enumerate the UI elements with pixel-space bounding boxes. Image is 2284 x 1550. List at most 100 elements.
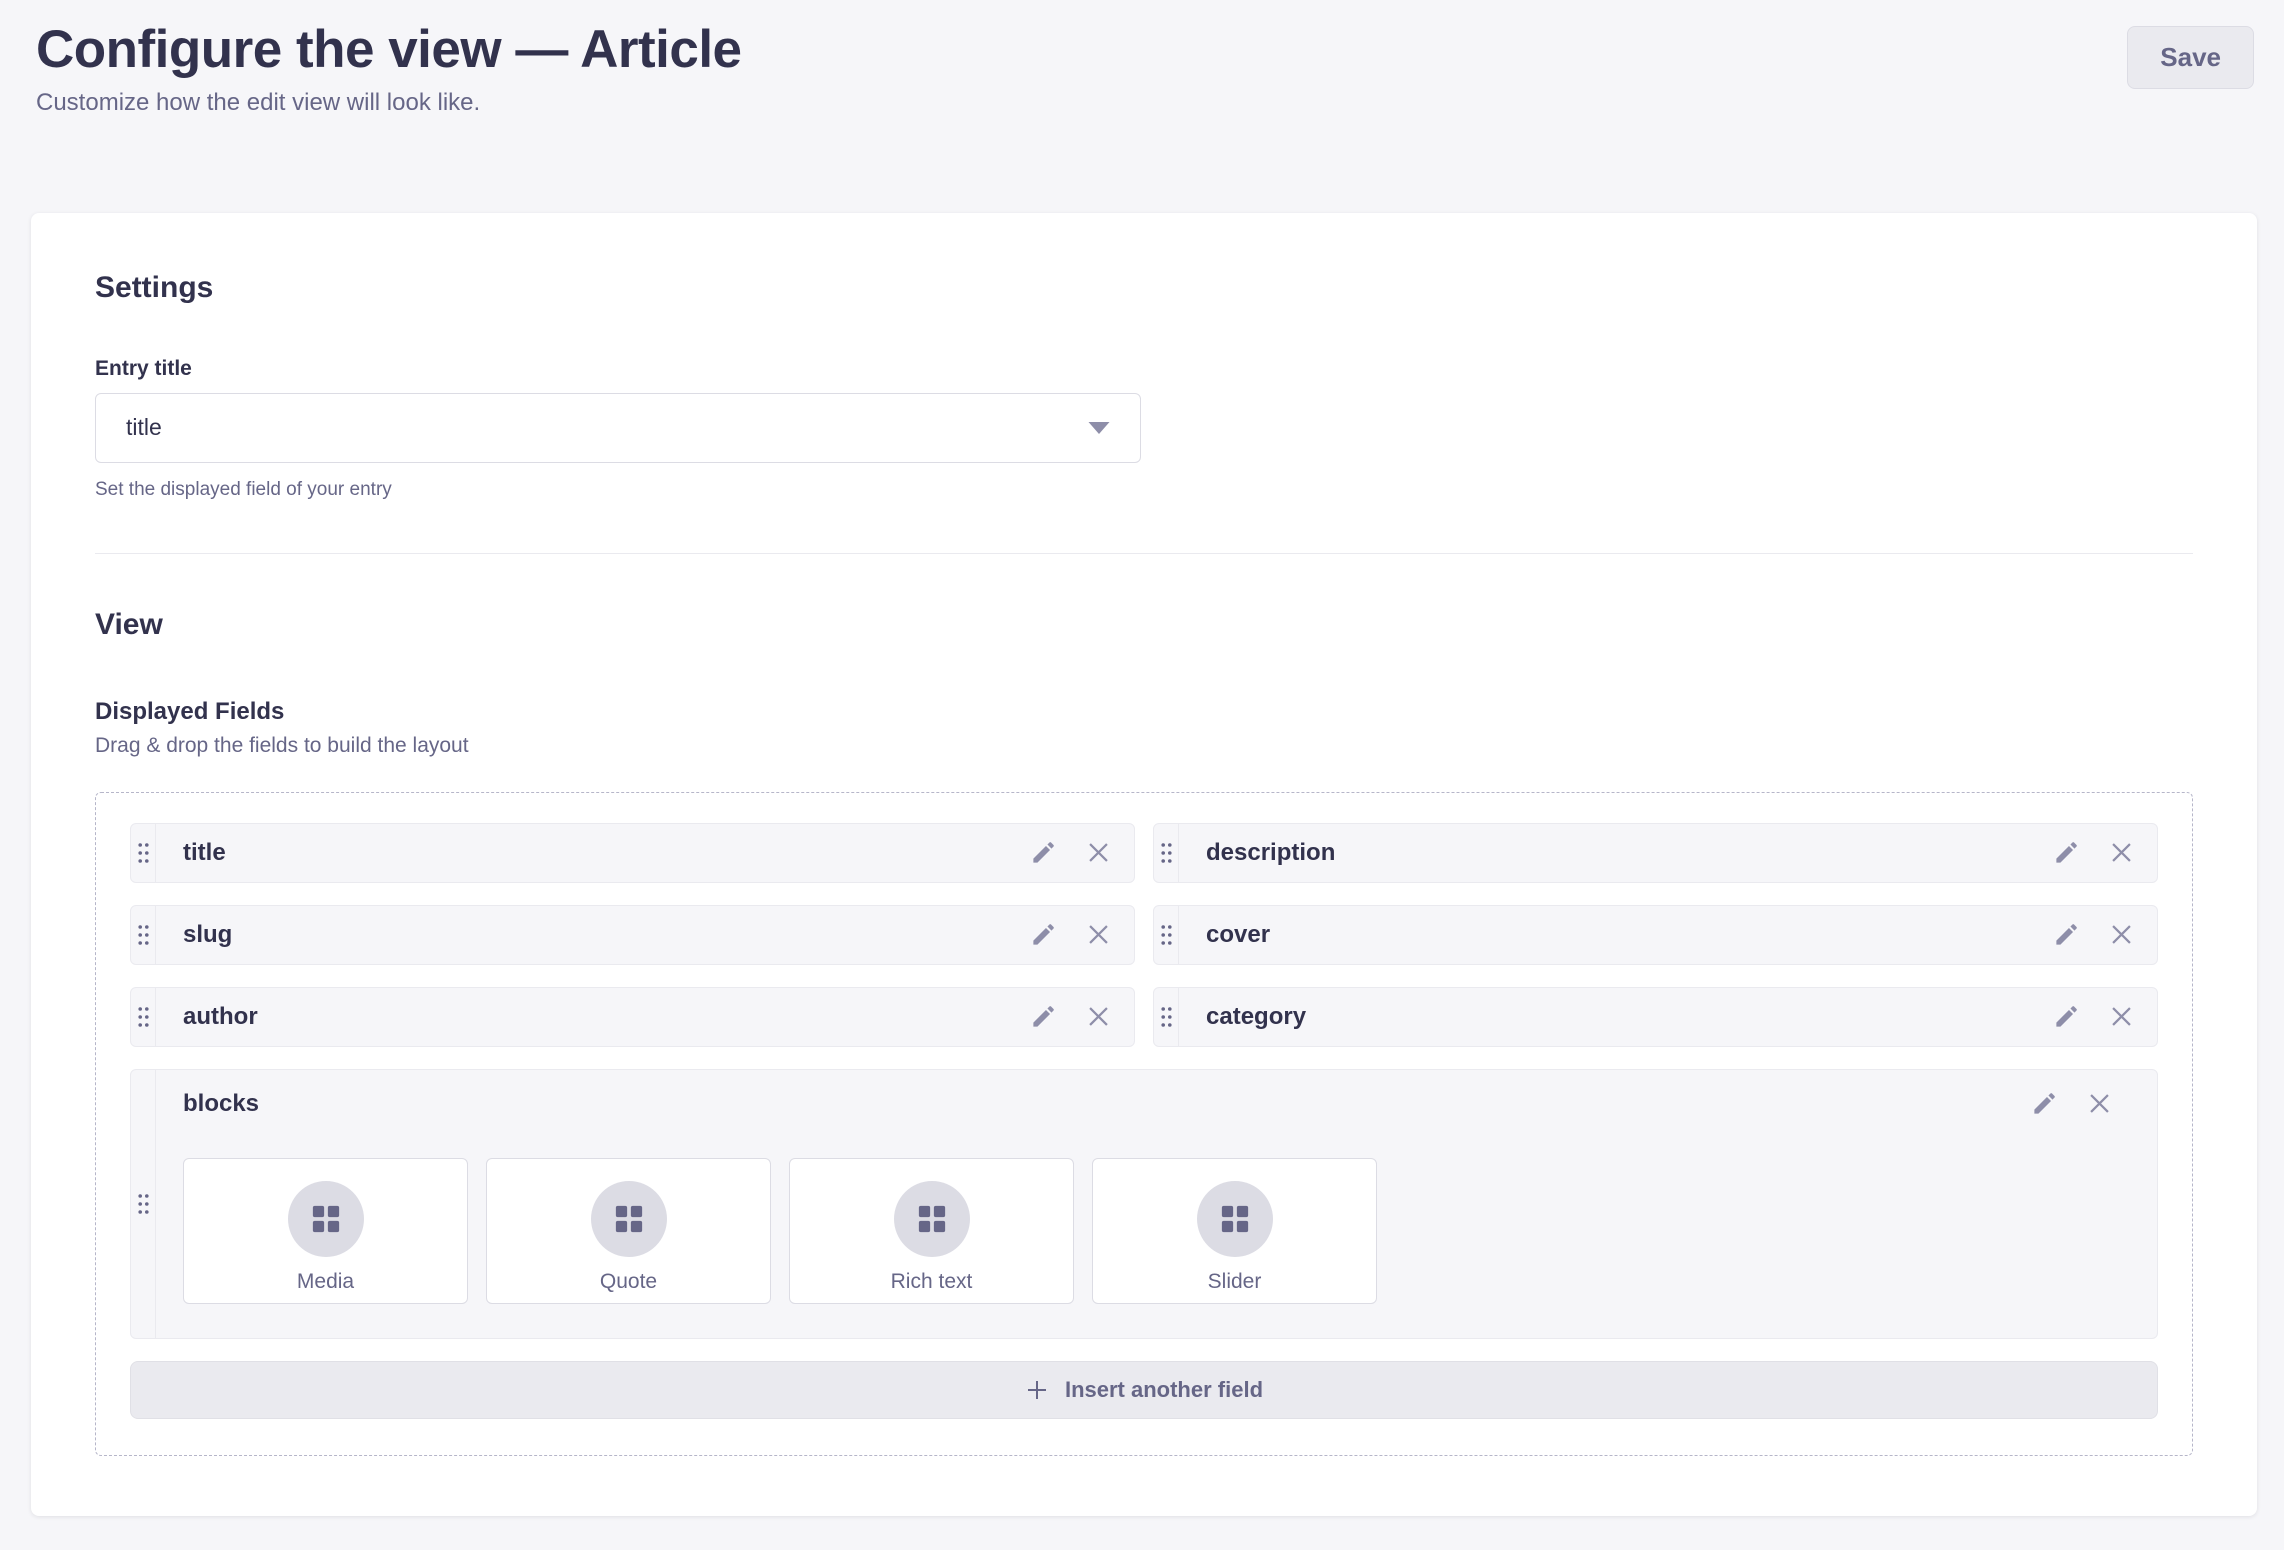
edit-field-button[interactable]	[2053, 921, 2080, 948]
component-grid-icon	[1220, 1204, 1250, 1234]
edit-field-button[interactable]	[1030, 1003, 1057, 1030]
close-icon	[2108, 1003, 2135, 1030]
drag-handle-icon	[1160, 842, 1173, 864]
drag-handle[interactable]	[131, 988, 156, 1046]
edit-field-button[interactable]	[2053, 1003, 2080, 1030]
remove-field-button[interactable]	[2108, 921, 2135, 948]
entry-title-label: Entry title	[95, 357, 2193, 381]
field-actions	[1030, 988, 1134, 1046]
component-grid-icon	[917, 1204, 947, 1234]
plus-icon	[1025, 1378, 1049, 1402]
pencil-icon	[2053, 839, 2080, 866]
insert-another-field-label: Insert another field	[1065, 1377, 1263, 1403]
component-icon-circle	[288, 1181, 364, 1257]
field-name: cover	[1179, 921, 1270, 949]
field-name: slug	[156, 921, 232, 949]
drag-handle[interactable]	[1154, 988, 1179, 1046]
component-label: Media	[297, 1270, 354, 1294]
remove-field-button[interactable]	[1085, 1003, 1112, 1030]
remove-field-button[interactable]	[2108, 839, 2135, 866]
component-icon-circle	[591, 1181, 667, 1257]
page-title: Configure the view — Article	[36, 20, 742, 81]
pencil-icon	[1030, 921, 1057, 948]
drag-handle[interactable]	[131, 824, 156, 882]
blocks-body: blocks Media	[156, 1070, 2157, 1338]
settings-heading: Settings	[95, 271, 2193, 305]
drag-handle[interactable]	[1154, 824, 1179, 882]
pencil-icon	[2053, 921, 2080, 948]
component-card-rich-text: Rich text	[789, 1158, 1074, 1304]
pencil-icon	[1030, 1003, 1057, 1030]
section-divider	[95, 553, 2193, 554]
field-row-category: category	[1153, 987, 2158, 1047]
component-icon-circle	[1197, 1181, 1273, 1257]
field-name: category	[1179, 1003, 1306, 1031]
drag-handle[interactable]	[131, 1070, 156, 1338]
field-row-author: author	[130, 987, 1135, 1047]
component-card-slider: Slider	[1092, 1158, 1377, 1304]
drag-handle-icon	[1160, 1006, 1173, 1028]
field-row-cover: cover	[1153, 905, 2158, 965]
component-label: Rich text	[891, 1270, 973, 1294]
page-header-text: Configure the view — Article Customize h…	[36, 20, 742, 117]
field-actions	[1030, 824, 1134, 882]
remove-field-button[interactable]	[2086, 1090, 2113, 1117]
field-actions	[2053, 988, 2157, 1046]
blocks-header: blocks	[183, 1090, 2135, 1118]
drag-handle-icon	[137, 842, 150, 864]
fields-grid: title description	[130, 823, 2158, 1419]
component-card-media: Media	[183, 1158, 468, 1304]
entry-title-select[interactable]: title	[95, 393, 1141, 463]
drag-handle[interactable]	[1154, 906, 1179, 964]
edit-field-button[interactable]	[2053, 839, 2080, 866]
remove-field-button[interactable]	[1085, 839, 1112, 866]
component-label: Quote	[600, 1270, 657, 1294]
field-name: title	[156, 839, 226, 867]
component-icon-circle	[894, 1181, 970, 1257]
save-button[interactable]: Save	[2127, 26, 2254, 89]
displayed-fields-hint: Drag & drop the fields to build the layo…	[95, 734, 2193, 758]
close-icon	[1085, 921, 1112, 948]
component-card-quote: Quote	[486, 1158, 771, 1304]
page-subtitle: Customize how the edit view will look li…	[36, 89, 742, 117]
close-icon	[1085, 1003, 1112, 1030]
close-icon	[2108, 921, 2135, 948]
field-row-slug: slug	[130, 905, 1135, 965]
field-actions	[2031, 1090, 2135, 1117]
close-icon	[2086, 1090, 2113, 1117]
entry-title-select-value: title	[126, 414, 162, 441]
field-name: blocks	[183, 1090, 259, 1118]
close-icon	[2108, 839, 2135, 866]
edit-field-button[interactable]	[2031, 1090, 2058, 1117]
component-list: Media Quote Rich text	[183, 1158, 2135, 1304]
remove-field-button[interactable]	[1085, 921, 1112, 948]
field-name: author	[156, 1003, 258, 1031]
drag-handle-icon	[137, 1006, 150, 1028]
remove-field-button[interactable]	[2108, 1003, 2135, 1030]
field-row-blocks: blocks Media	[130, 1069, 2158, 1339]
drag-handle-icon	[137, 1193, 150, 1215]
pencil-icon	[1030, 839, 1057, 866]
insert-another-field-button[interactable]: Insert another field	[130, 1361, 2158, 1419]
field-name: description	[1179, 839, 1335, 867]
field-actions	[2053, 906, 2157, 964]
configure-view-card: Settings Entry title title Set the displ…	[31, 213, 2257, 1516]
edit-field-button[interactable]	[1030, 921, 1057, 948]
component-grid-icon	[614, 1204, 644, 1234]
field-row-title: title	[130, 823, 1135, 883]
field-actions	[1030, 906, 1134, 964]
component-label: Slider	[1208, 1270, 1262, 1294]
chevron-down-icon	[1088, 422, 1110, 434]
drag-handle[interactable]	[131, 906, 156, 964]
field-row-description: description	[1153, 823, 2158, 883]
component-grid-icon	[311, 1204, 341, 1234]
field-actions	[2053, 824, 2157, 882]
fields-dropzone: title description	[95, 792, 2193, 1456]
close-icon	[1085, 839, 1112, 866]
displayed-fields-label: Displayed Fields	[95, 698, 2193, 726]
view-heading: View	[95, 608, 2193, 642]
edit-field-button[interactable]	[1030, 839, 1057, 866]
drag-handle-icon	[137, 924, 150, 946]
drag-handle-icon	[1160, 924, 1173, 946]
pencil-icon	[2031, 1090, 2058, 1117]
